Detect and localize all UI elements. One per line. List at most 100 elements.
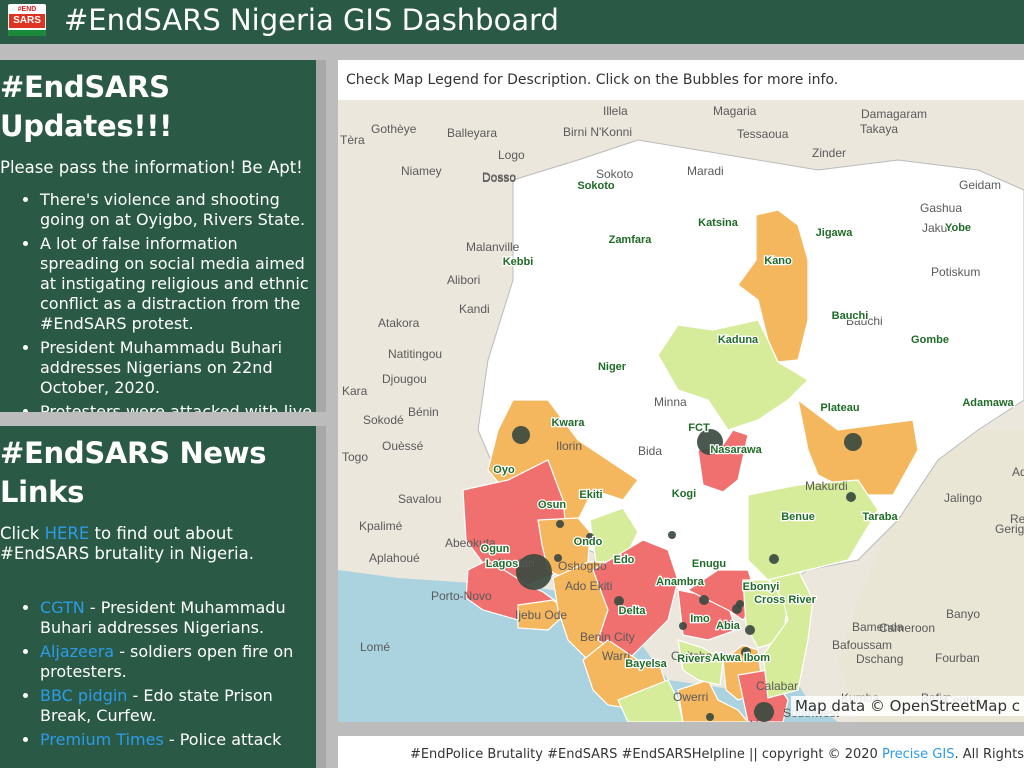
updates-intro: Please pass the information! Be Apt! — [0, 158, 303, 177]
news-link-cgtn[interactable]: CGTN — [40, 598, 85, 617]
place-label: Kpalimé — [359, 519, 403, 533]
state-label: Enugu — [692, 558, 726, 570]
state-label: Oyo — [493, 464, 515, 476]
place-label: Dosso — [482, 170, 516, 184]
update-item: A lot of false information spreading on … — [40, 234, 316, 334]
incident-bubble[interactable] — [736, 600, 744, 608]
incident-bubble[interactable] — [679, 622, 687, 630]
place-label: Illela — [603, 104, 628, 118]
logo-stripe — [8, 30, 46, 36]
map-view[interactable]: Illela Magaria Damagaram Takaya Gothèye Tèra B… — [338, 100, 1024, 722]
place-label: Sokodé — [363, 413, 404, 427]
app-header: #END SARS #EndSARS Nigeria GIS Dashboard — [0, 0, 1024, 44]
news-link-text: - Police attack — [163, 730, 282, 749]
state-label: Benue — [781, 511, 815, 523]
place-label: Zinder — [812, 146, 846, 160]
place-label: Djougou — [382, 372, 427, 386]
nigeria-map[interactable]: Illela Magaria DamagaramTakaya Gothèye Tèra B… — [338, 100, 1024, 722]
place-label: Owerri — [673, 690, 708, 704]
incident-bubble[interactable] — [846, 492, 856, 502]
state-label: Plateau — [820, 402, 859, 414]
news-intro: Click HERE to find out about #EndSARS br… — [0, 524, 316, 564]
place-label: Ado Ekiti — [565, 579, 612, 593]
incident-bubble[interactable] — [769, 554, 779, 564]
place-label: Ijebu Ode — [515, 608, 567, 622]
place-label: Fourban — [935, 651, 980, 665]
place-label: Bida — [638, 444, 662, 458]
place-label: Bamenda — [852, 620, 904, 634]
news-link-item: CGTN - President Muhammadu Buhari addres… — [40, 598, 316, 638]
state-label: Edo — [614, 554, 635, 566]
place-label: Benin City — [580, 630, 635, 644]
state-label: Kaduna — [718, 334, 759, 346]
place-label: Geidam — [959, 178, 1001, 192]
place-label: Banyo — [946, 607, 980, 621]
state-label: Cross River — [754, 594, 816, 606]
state-label: Bayelsa — [625, 658, 667, 670]
news-link-item: BBC pidgin - Edo state Prison Break, Cur… — [40, 686, 316, 726]
state-label: Sokoto — [577, 180, 615, 192]
place-label: Adamawa — [1012, 465, 1024, 479]
map-attribution[interactable]: Map data © OpenStreetMap c — [790, 696, 1024, 716]
incident-bubble[interactable] — [699, 595, 709, 605]
state-label: Kano — [764, 255, 792, 267]
place-label: Takaya — [860, 122, 898, 136]
place-label: Bafoussam — [832, 638, 892, 652]
incident-bubble[interactable] — [844, 433, 862, 451]
state-label: Ekiti — [579, 489, 602, 501]
incident-bubble[interactable] — [512, 426, 530, 444]
news-scrollbar[interactable] — [316, 426, 326, 768]
place-label: Gerigne — [995, 522, 1024, 536]
place-label: Savalou — [398, 492, 441, 506]
state-label: Ogun — [481, 543, 510, 555]
place-label: Calabar — [756, 679, 798, 693]
place-label: Ouèssé — [382, 439, 424, 453]
place-label: Malanville — [466, 240, 520, 254]
place-label: Tèra — [340, 133, 365, 147]
news-link-premium-times[interactable]: Premium Times — [40, 730, 164, 749]
incident-bubble[interactable] — [668, 531, 676, 539]
news-link-item: Aljazeera - soldiers open fire on protes… — [40, 642, 316, 682]
incident-bubble[interactable] — [556, 520, 564, 528]
incident-bubble[interactable] — [745, 625, 755, 635]
footer-hashtags: #EndPolice Brutality #EndSARS #EndSARSHe… — [409, 747, 882, 762]
state-label: Lagos — [486, 558, 518, 570]
place-label: Porto-Novo — [431, 589, 492, 603]
state-label: Adamawa — [962, 397, 1014, 409]
updates-scrollbar[interactable] — [316, 60, 326, 412]
logo-text-main: SARS — [9, 14, 45, 28]
footer-text: #EndPolice Brutality #EndSARS #EndSARSHe… — [410, 747, 1024, 762]
update-item: Protesters were attacked with live ammun… — [40, 402, 316, 412]
place-label: Potiskum — [931, 265, 980, 279]
state-label: Yobe — [945, 222, 971, 234]
place-label: Sokoto — [596, 167, 634, 181]
precise-gis-link[interactable]: Precise GIS — [882, 747, 955, 762]
place-label: Uyo — [750, 718, 772, 722]
state-label: Akwa Ibom — [712, 652, 770, 664]
state-label: Kwara — [551, 417, 585, 429]
place-label: Minna — [654, 395, 687, 409]
state-label: Osun — [538, 499, 566, 511]
app-title: #EndSARS Nigeria GIS Dashboard — [64, 3, 559, 37]
footer: #EndPolice Brutality #EndSARS #EndSARSHe… — [338, 736, 1024, 768]
here-link[interactable]: HERE — [45, 524, 90, 543]
logo-text-top: #END — [17, 6, 37, 13]
news-links-list: CGTN - President Muhammadu Buhari addres… — [0, 598, 316, 750]
state-label: FCT — [688, 422, 710, 434]
news-panel[interactable]: #EndSARS News Links Click HERE to find o… — [0, 426, 316, 768]
state-label: Delta — [619, 605, 647, 617]
news-link-aljazeera[interactable]: Aljazeera — [40, 642, 114, 661]
place-label: Niamey — [401, 164, 442, 178]
state-label: Kebbi — [503, 256, 534, 268]
incident-bubble[interactable] — [706, 713, 714, 721]
state-label: Imo — [690, 613, 710, 625]
place-label: Gothèye — [371, 122, 417, 136]
place-label: Magaria — [713, 104, 757, 118]
updates-panel[interactable]: #EndSARS Updates!!! Please pass the info… — [0, 60, 316, 412]
footer-tail: . All Rights — [954, 747, 1024, 762]
place-label: Jalingo — [944, 491, 982, 505]
news-link-bbc[interactable]: BBC pidgin — [40, 686, 127, 705]
map-panel: Check Map Legend for Description. Click … — [338, 60, 1024, 722]
place-label: Alibori — [447, 273, 480, 287]
place-label: Bénin — [408, 405, 439, 419]
